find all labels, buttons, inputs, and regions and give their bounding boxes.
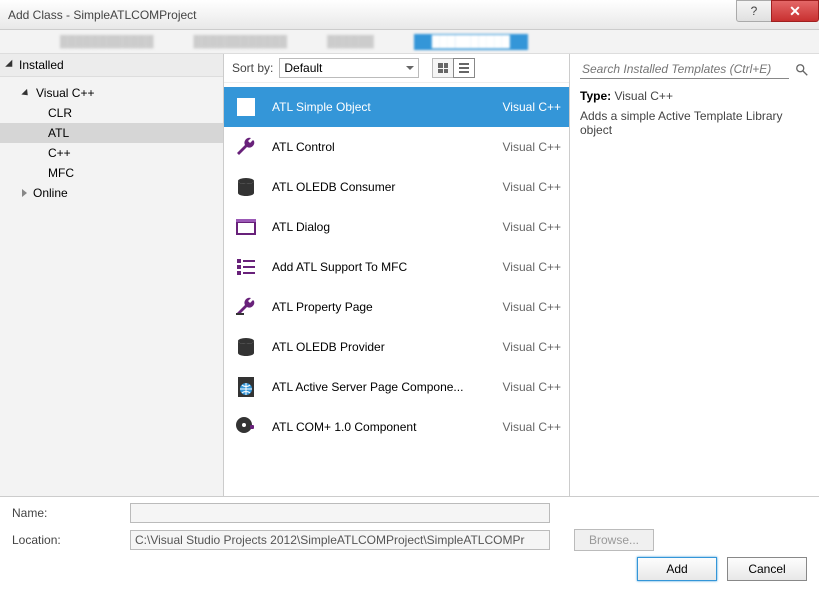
tree-node-clr[interactable]: CLR [0,103,223,123]
template-lang: Visual C++ [487,140,561,154]
list-icon [459,63,469,73]
template-name: ATL Dialog [272,220,475,234]
browse-button[interactable]: Browse... [574,529,654,551]
template-item[interactable]: ATL COM+ 1.0 Component Visual C++ [224,407,569,447]
template-lang: Visual C++ [487,340,561,354]
window-title: Add Class - SimpleATLCOMProject [8,8,737,22]
template-name: ATL Property Page [272,300,475,314]
search-input[interactable] [580,60,789,79]
sortby-label: Sort by: [232,61,273,75]
template-name: ATL OLEDB Consumer [272,180,475,194]
left-tree-pane: Installed Visual C++ CLR ATL C++ MFC Onl… [0,54,224,496]
template-lang: Visual C++ [487,180,561,194]
close-button[interactable]: ✕ [771,0,819,22]
dialog-icon [232,213,260,241]
tree-node-atl[interactable]: ATL [0,123,223,143]
chevron-down-icon [21,88,30,97]
view-grid-button[interactable] [432,58,454,78]
template-lang: Visual C++ [487,300,561,314]
template-item[interactable]: ATL OLEDB Consumer Visual C++ [224,167,569,207]
help-button[interactable]: ? [736,0,772,22]
list-icon [232,253,260,281]
tree-node-mfc[interactable]: MFC [0,163,223,183]
location-input[interactable] [130,530,550,550]
db-icon [232,173,260,201]
location-label: Location: [12,533,120,547]
detail-description: Adds a simple Active Template Library ob… [580,109,809,137]
grid-icon [438,63,448,73]
globe-icon [232,373,260,401]
add-button[interactable]: Add [637,557,717,581]
sortby-dropdown[interactable]: Default [279,58,419,78]
template-list-pane: Sort by: Default ATL Simple Object Visual… [224,54,569,496]
detail-type-row: Type: Visual C++ [580,89,809,103]
template-name: ATL Simple Object [272,100,475,114]
prop-icon [232,293,260,321]
template-lang: Visual C++ [487,260,561,274]
template-lang: Visual C++ [487,380,561,394]
tree-label: Online [33,186,68,200]
template-lang: Visual C++ [487,420,561,434]
template-list: ATL Simple Object Visual C++ ATL Control Vi… [224,83,569,496]
template-name: Add ATL Support To MFC [272,260,475,274]
template-lang: Visual C++ [487,100,561,114]
template-lang: Visual C++ [487,220,561,234]
template-name: ATL Active Server Page Compone... [272,380,475,394]
tree-node-cpp[interactable]: C++ [0,143,223,163]
sortby-value: Default [284,61,322,75]
tree-node-visual-cpp[interactable]: Visual C++ [0,83,223,103]
template-item[interactable]: ATL Simple Object Visual C++ [224,87,569,127]
tree-header-installed[interactable]: Installed [0,54,223,77]
chevron-down-icon [406,66,414,70]
tree-header-label: Installed [19,58,64,72]
search-icon[interactable] [795,63,809,77]
template-name: ATL Control [272,140,475,154]
tree-node-online[interactable]: Online [0,183,223,203]
titlebar: Add Class - SimpleATLCOMProject ? ✕ [0,0,819,30]
template-item[interactable]: ATL Control Visual C++ [224,127,569,167]
view-list-button[interactable] [453,58,475,78]
chevron-down-icon [5,60,16,71]
template-item[interactable]: ATL Active Server Page Compone... Visual … [224,367,569,407]
tree-label: Visual C++ [36,86,94,100]
bottom-form: Name: Location: Browse... Add Cancel [0,496,819,593]
template-item[interactable]: ATL Dialog Visual C++ [224,207,569,247]
template-item[interactable]: Add ATL Support To MFC Visual C++ [224,247,569,287]
cancel-button[interactable]: Cancel [727,557,807,581]
chevron-right-icon [22,189,27,197]
name-label: Name: [12,506,120,520]
plus-icon [232,413,260,441]
background-tabs: ████████████████████████████████████████ [0,30,819,54]
template-item[interactable]: ATL OLEDB Provider Visual C++ [224,327,569,367]
template-item[interactable]: ATL Property Page Visual C++ [224,287,569,327]
wrench-icon [232,133,260,161]
name-input[interactable] [130,503,550,523]
square-icon [232,93,260,121]
template-name: ATL OLEDB Provider [272,340,475,354]
db2-icon [232,333,260,361]
detail-pane: Type: Visual C++ Adds a simple Active Te… [569,54,819,496]
template-name: ATL COM+ 1.0 Component [272,420,475,434]
